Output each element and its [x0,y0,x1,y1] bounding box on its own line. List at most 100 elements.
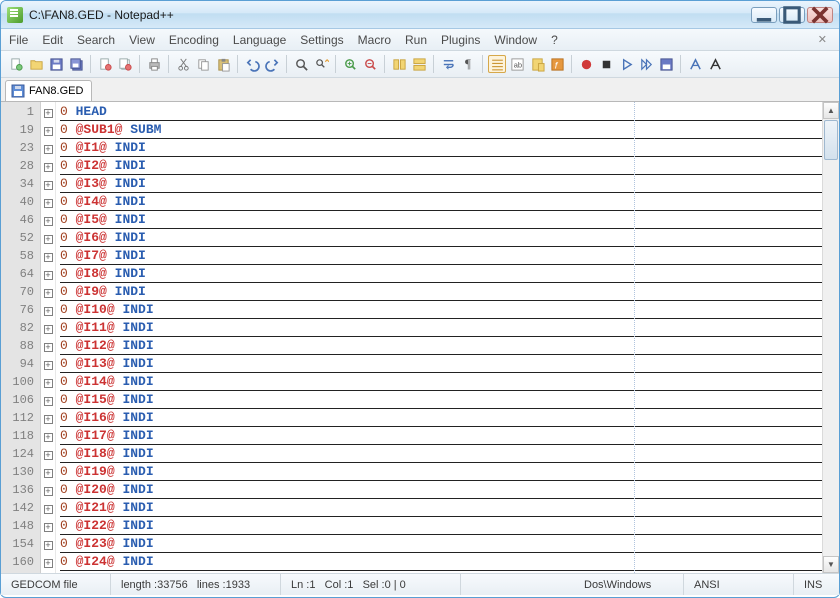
fold-toggle[interactable]: + [41,428,55,446]
code-line[interactable]: 0 @SUB1@ SUBM [60,121,822,139]
code-area[interactable]: 0 HEAD0 @SUB1@ SUBM0 @I1@ INDI0 @I2@ IND… [56,102,822,573]
maximize-button[interactable] [779,7,805,23]
print-icon[interactable] [145,55,163,73]
fold-gutter[interactable]: ++++++++++++++++++++++++++ [41,102,56,573]
fold-toggle[interactable]: + [41,482,55,500]
fold-toggle[interactable]: + [41,554,55,572]
menu-encoding[interactable]: Encoding [169,33,219,47]
show-all-chars-icon[interactable]: ¶ [459,55,477,73]
code-line[interactable]: 0 @I13@ INDI [60,355,822,373]
doc-map-icon[interactable] [528,55,546,73]
fold-toggle[interactable]: + [41,338,55,356]
fold-toggle[interactable]: + [41,284,55,302]
scroll-thumb[interactable] [824,120,838,160]
fold-toggle[interactable]: + [41,356,55,374]
code-line[interactable]: 0 @I21@ INDI [60,499,822,517]
fold-toggle[interactable]: + [41,194,55,212]
code-line[interactable]: 0 @I18@ INDI [60,445,822,463]
find-icon[interactable] [292,55,310,73]
fold-toggle[interactable]: + [41,446,55,464]
menu-edit[interactable]: Edit [42,33,63,47]
code-line[interactable]: 0 @I1@ INDI [60,139,822,157]
toolbar-icon-b[interactable] [706,55,724,73]
code-line[interactable]: 0 @I22@ INDI [60,517,822,535]
fold-toggle[interactable]: + [41,374,55,392]
close-file-icon[interactable] [96,55,114,73]
menu-settings[interactable]: Settings [300,33,343,47]
code-line[interactable]: 0 @I24@ INDI [60,553,822,571]
menu-plugins[interactable]: Plugins [441,33,480,47]
func-list-icon[interactable]: f [548,55,566,73]
code-line[interactable]: 0 @I11@ INDI [60,319,822,337]
menu-help[interactable]: ? [551,33,558,47]
code-line[interactable]: 0 @I19@ INDI [60,463,822,481]
udl-icon[interactable]: ab [508,55,526,73]
editor[interactable]: 1192328344046525864707682889410010611211… [1,102,839,573]
undo-icon[interactable] [243,55,261,73]
new-file-icon[interactable] [7,55,25,73]
menu-search[interactable]: Search [77,33,115,47]
open-file-icon[interactable] [27,55,45,73]
fold-toggle[interactable]: + [41,518,55,536]
play-macro-icon[interactable] [617,55,635,73]
vertical-scrollbar[interactable]: ▲ ▼ [822,102,839,573]
copy-icon[interactable] [194,55,212,73]
zoom-in-icon[interactable] [341,55,359,73]
sync-horiz-icon[interactable] [410,55,428,73]
fold-toggle[interactable]: + [41,464,55,482]
fold-toggle[interactable]: + [41,230,55,248]
code-line[interactable]: 0 @I23@ INDI [60,535,822,553]
code-line[interactable]: 0 @I2@ INDI [60,157,822,175]
save-macro-icon[interactable] [657,55,675,73]
code-line[interactable]: 0 @I8@ INDI [60,265,822,283]
menu-language[interactable]: Language [233,33,286,47]
fold-toggle[interactable]: + [41,302,55,320]
fold-toggle[interactable]: + [41,212,55,230]
fold-toggle[interactable]: + [41,104,55,122]
code-line[interactable]: 0 @I7@ INDI [60,247,822,265]
code-line[interactable]: 0 @I16@ INDI [60,409,822,427]
menu-window[interactable]: Window [494,33,537,47]
code-line[interactable]: 0 @I14@ INDI [60,373,822,391]
titlebar[interactable]: C:\FAN8.GED - Notepad++ [1,1,839,29]
record-macro-icon[interactable] [577,55,595,73]
save-icon[interactable] [47,55,65,73]
code-line[interactable]: 0 @I12@ INDI [60,337,822,355]
fold-toggle[interactable]: + [41,158,55,176]
scroll-up-icon[interactable]: ▲ [823,102,839,119]
zoom-out-icon[interactable] [361,55,379,73]
stop-macro-icon[interactable] [597,55,615,73]
fold-toggle[interactable]: + [41,320,55,338]
code-line[interactable]: 0 @I20@ INDI [60,481,822,499]
indent-guide-icon[interactable] [488,55,506,73]
code-line[interactable]: 0 @I6@ INDI [60,229,822,247]
play-multi-icon[interactable] [637,55,655,73]
status-encoding[interactable]: ANSI [684,574,794,595]
status-ins[interactable]: INS [794,574,839,595]
fold-toggle[interactable]: + [41,266,55,284]
fold-toggle[interactable]: + [41,410,55,428]
fold-toggle[interactable]: + [41,140,55,158]
toolbar-icon-a[interactable] [686,55,704,73]
menu-file[interactable]: File [9,33,28,47]
fold-toggle[interactable]: + [41,500,55,518]
code-line[interactable]: 0 @I4@ INDI [60,193,822,211]
code-line[interactable]: 0 @I15@ INDI [60,391,822,409]
status-eol[interactable]: Dos\Windows [574,574,684,595]
cut-icon[interactable] [174,55,192,73]
close-all-icon[interactable] [116,55,134,73]
save-all-icon[interactable] [67,55,85,73]
paste-icon[interactable] [214,55,232,73]
menu-run[interactable]: Run [405,33,427,47]
code-line[interactable]: 0 @I17@ INDI [60,427,822,445]
file-tab[interactable]: FAN8.GED [5,80,92,101]
close-button[interactable] [807,7,833,23]
code-line[interactable]: 0 @I9@ INDI [60,283,822,301]
menu-macro[interactable]: Macro [358,33,391,47]
fold-toggle[interactable]: + [41,176,55,194]
fold-toggle[interactable]: + [41,248,55,266]
scroll-down-icon[interactable]: ▼ [823,556,839,573]
replace-icon[interactable] [312,55,330,73]
minimize-button[interactable] [751,7,777,23]
sync-vert-icon[interactable] [390,55,408,73]
